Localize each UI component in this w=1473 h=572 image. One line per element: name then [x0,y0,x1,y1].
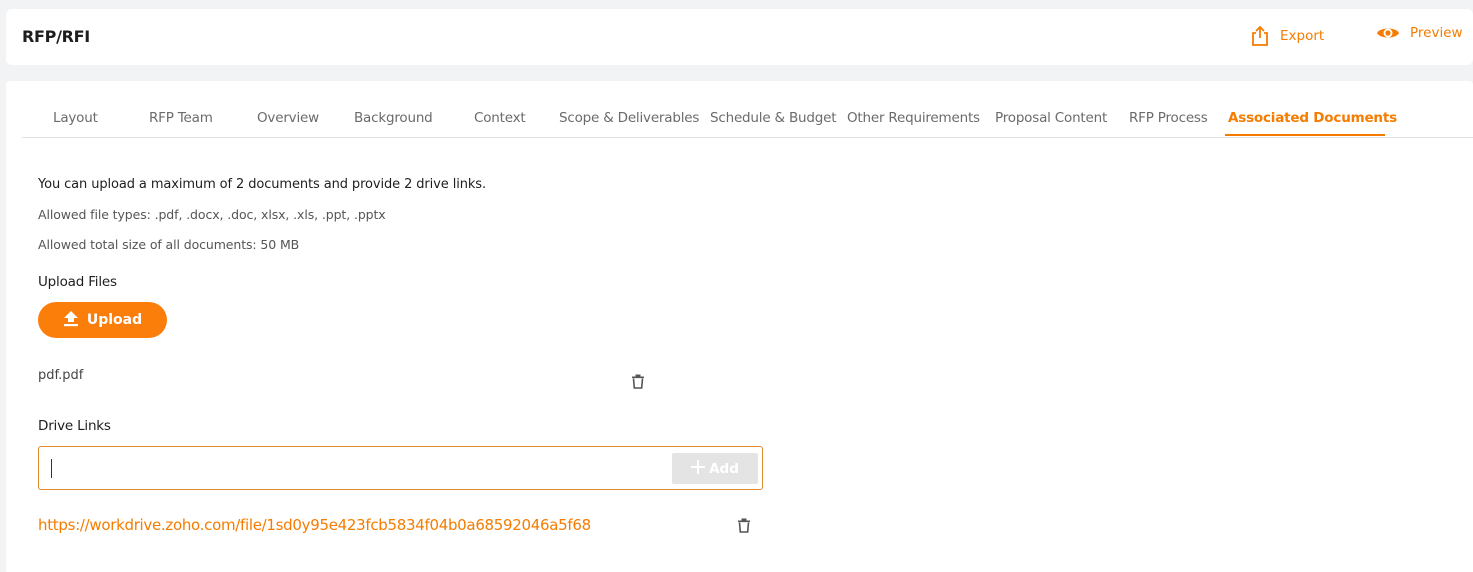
drive-link-input[interactable] [49,455,659,481]
export-label: Export [1280,28,1325,44]
tab-rfp-team[interactable]: RFP Team [149,110,213,126]
preview-button[interactable]: Preview [1376,25,1463,41]
delete-file-icon[interactable] [631,374,645,393]
uploaded-file-name: pdf.pdf [38,368,84,383]
upload-limits-text: You can upload a maximum of 2 documents … [38,177,487,192]
eye-icon [1376,25,1400,41]
tab-scope-deliverables[interactable]: Scope & Deliverables [559,110,699,126]
upload-files-label: Upload Files [38,274,117,290]
tab-other-requirements[interactable]: Other Requirements [847,110,980,126]
tab-schedule-budget[interactable]: Schedule & Budget [710,110,837,126]
content-card: Layout RFP Team Overview Background Cont… [6,81,1473,572]
tab-proposal-content[interactable]: Proposal Content [995,110,1107,126]
drive-link-field: Add [38,446,763,490]
drive-link[interactable]: https://workdrive.zoho.com/file/1sd0y95e… [38,516,591,534]
add-link-button[interactable]: Add [672,453,758,484]
tab-context[interactable]: Context [474,110,526,126]
upload-icon [63,310,79,331]
export-button[interactable]: Export [1250,25,1324,47]
allowed-file-types-text: Allowed file types: .pdf, .docx, .doc, x… [38,207,386,222]
page-title: RFP/RFI [22,27,90,46]
upload-button-label: Upload [86,312,143,328]
tab-associated-documents[interactable]: Associated Documents [1228,110,1397,126]
tab-overview[interactable]: Overview [257,110,319,126]
export-icon [1250,25,1270,47]
tab-bar: Layout RFP Team Overview Background Cont… [22,107,1473,138]
drive-links-label: Drive Links [38,418,111,434]
tab-background[interactable]: Background [354,110,433,126]
preview-label: Preview [1410,25,1463,41]
tab-rfp-process[interactable]: RFP Process [1129,110,1208,126]
plus-icon [691,459,706,478]
active-tab-indicator [1225,134,1385,136]
tab-layout[interactable]: Layout [53,110,98,126]
top-bar: RFP/RFI Export Preview [6,9,1473,65]
text-caret [51,459,52,478]
delete-link-icon[interactable] [737,518,751,537]
add-button-label: Add [709,460,739,477]
upload-button[interactable]: Upload [38,302,167,338]
allowed-total-size-text: Allowed total size of all documents: 50 … [38,237,300,252]
